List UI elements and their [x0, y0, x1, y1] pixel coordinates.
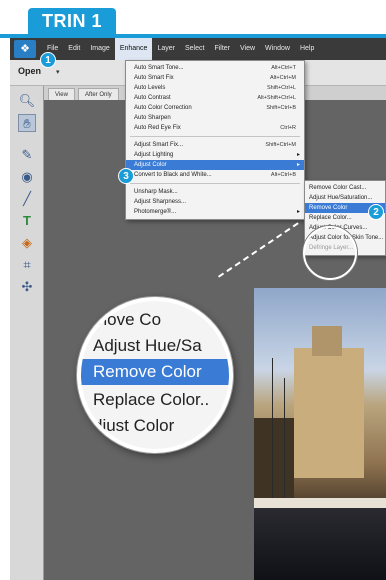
menu-row[interactable]: Photomerge®... ▸	[126, 207, 304, 217]
menu-row-shortcut: Shift+Ctrl+B	[266, 105, 296, 111]
magnifier-callout: move Co Adjust Hue/Sa Remove Color Repla…	[77, 297, 233, 453]
open-button[interactable]: Open	[18, 66, 41, 76]
submenu-arrow-icon: ▸	[296, 152, 300, 158]
paint-bucket-icon[interactable]: ◈	[18, 234, 36, 252]
zoom-icon[interactable]: 🔍︎	[18, 92, 36, 110]
magnifier-row: move Co	[93, 310, 162, 329]
menu-row-label: Auto Contrast	[134, 95, 171, 101]
menu-row-label: Adjust Lighting	[134, 152, 174, 158]
menu-row[interactable]: Auto Color Correction Shift+Ctrl+B	[126, 103, 304, 113]
menu-row-label: Adjust Color	[134, 162, 167, 168]
tools-panel: 🔍︎ ✋︎ ✎ ◉ ╱ T ◈ ⌗ ✣	[10, 86, 44, 580]
submenu-arrow-icon: ▸	[296, 209, 300, 215]
menu-row[interactable]: Adjust Sharpness...	[126, 197, 304, 207]
step-badge-2: 2	[368, 204, 384, 220]
submenu-arrow-icon: ▸	[296, 162, 300, 168]
menu-row[interactable]: Auto Levels Shift+Ctrl+L	[126, 83, 304, 93]
step-label: TRIN 1	[0, 8, 386, 38]
step-badge-3: 3	[118, 168, 134, 184]
menu-separator	[130, 183, 300, 184]
menu-row-label: Auto Smart Fix	[134, 75, 174, 81]
brush-icon[interactable]: ╱	[18, 190, 36, 208]
menu-row-shortcut: Shift+Ctrl+L	[266, 85, 296, 91]
callout-circle	[303, 226, 357, 280]
mast-line	[272, 358, 273, 508]
app-logo-icon: ❖	[14, 40, 36, 58]
mast-line	[284, 378, 285, 508]
menu-row-label: Auto Levels	[134, 85, 166, 91]
magnifier-row-remove-color: Remove Color	[81, 359, 229, 385]
menu-row-shortcut: Alt+Shift+Ctrl+L	[257, 95, 296, 101]
menu-help[interactable]: Help	[295, 38, 319, 60]
menu-separator	[130, 136, 300, 137]
tab-after-only[interactable]: After Only	[78, 88, 119, 100]
hand-icon[interactable]: ✋︎	[18, 114, 36, 132]
menu-view[interactable]: View	[235, 38, 260, 60]
menu-row-shortcut: Alt+Ctrl+M	[270, 75, 296, 81]
menu-edit[interactable]: Edit	[63, 38, 85, 60]
crop-icon[interactable]: ⌗	[18, 256, 36, 274]
menu-row-label: Adjust Smart Fix...	[134, 142, 184, 148]
photo-image	[254, 288, 386, 580]
menu-row[interactable]: Unsharp Mask...	[126, 187, 304, 197]
menu-row[interactable]: Auto Smart Tone... Alt+Ctrl+T	[126, 63, 304, 73]
enhance-menu: Auto Smart Tone... Alt+Ctrl+T Auto Smart …	[125, 60, 305, 220]
menu-row-shortcut: Shift+Ctrl+M	[265, 142, 296, 148]
magnifier-row: Replace Color..	[93, 390, 210, 409]
menu-row[interactable]: Adjust Lighting ▸	[126, 150, 304, 160]
water-shape	[254, 508, 386, 580]
menu-filter[interactable]: Filter	[209, 38, 235, 60]
menu-row[interactable]: Auto Red Eye Fix Ctrl+R	[126, 123, 304, 133]
tab-view[interactable]: View	[48, 88, 75, 100]
menu-row[interactable]: Convert to Black and White... Alt+Ctrl+B	[126, 170, 304, 180]
menu-select[interactable]: Select	[180, 38, 209, 60]
menu-row-label: Auto Color Correction	[134, 105, 192, 111]
submenu-row[interactable]: Adjust Hue/Saturation...	[305, 193, 385, 203]
menu-row-label: Unsharp Mask...	[134, 189, 178, 195]
menu-row-label: Convert to Black and White...	[134, 172, 212, 178]
menu-row-label: Auto Smart Tone...	[134, 65, 184, 71]
menu-row-label: Auto Sharpen	[134, 115, 171, 121]
move-icon[interactable]: ✣	[18, 278, 36, 296]
building-tower-shape	[312, 326, 342, 356]
menu-row-label: Adjust Sharpness...	[134, 199, 187, 205]
magnifier-row: Adjust Hue/Sa	[93, 336, 202, 355]
quick-selection-icon[interactable]: ✎	[18, 146, 36, 164]
menu-bar: ❖ File Edit Image Enhance Layer Select F…	[10, 38, 386, 60]
red-eye-icon[interactable]: ◉	[18, 168, 36, 186]
submenu-row[interactable]: Remove Color Cast...	[305, 183, 385, 193]
menu-row-shortcut: Ctrl+R	[280, 125, 296, 131]
menu-row-shortcut: Alt+Ctrl+B	[270, 172, 296, 178]
menu-row-label: Photomerge®...	[134, 209, 177, 215]
menu-enhance[interactable]: Enhance	[114, 38, 153, 60]
chevron-down-icon[interactable]: ▾	[56, 68, 60, 76]
menu-row-adjust-color[interactable]: Adjust Color ▸	[126, 160, 304, 170]
building-shape	[294, 348, 364, 478]
menu-row-shortcut: Alt+Ctrl+T	[271, 65, 296, 71]
magnifier-row: djust Color	[93, 416, 175, 435]
menu-row-label: Auto Red Eye Fix	[134, 125, 181, 131]
menu-row[interactable]: Adjust Smart Fix... Shift+Ctrl+M	[126, 140, 304, 150]
step-badge-1: 1	[40, 52, 56, 68]
menu-row[interactable]: Auto Sharpen	[126, 113, 304, 123]
tree-shape	[254, 418, 294, 498]
menu-row[interactable]: Auto Contrast Alt+Shift+Ctrl+L	[126, 93, 304, 103]
menu-row[interactable]: Auto Smart Fix Alt+Ctrl+M	[126, 73, 304, 83]
menu-window[interactable]: Window	[260, 38, 295, 60]
menu-layer[interactable]: Layer	[152, 38, 180, 60]
text-icon[interactable]: T	[18, 212, 36, 230]
menu-image[interactable]: Image	[85, 38, 114, 60]
